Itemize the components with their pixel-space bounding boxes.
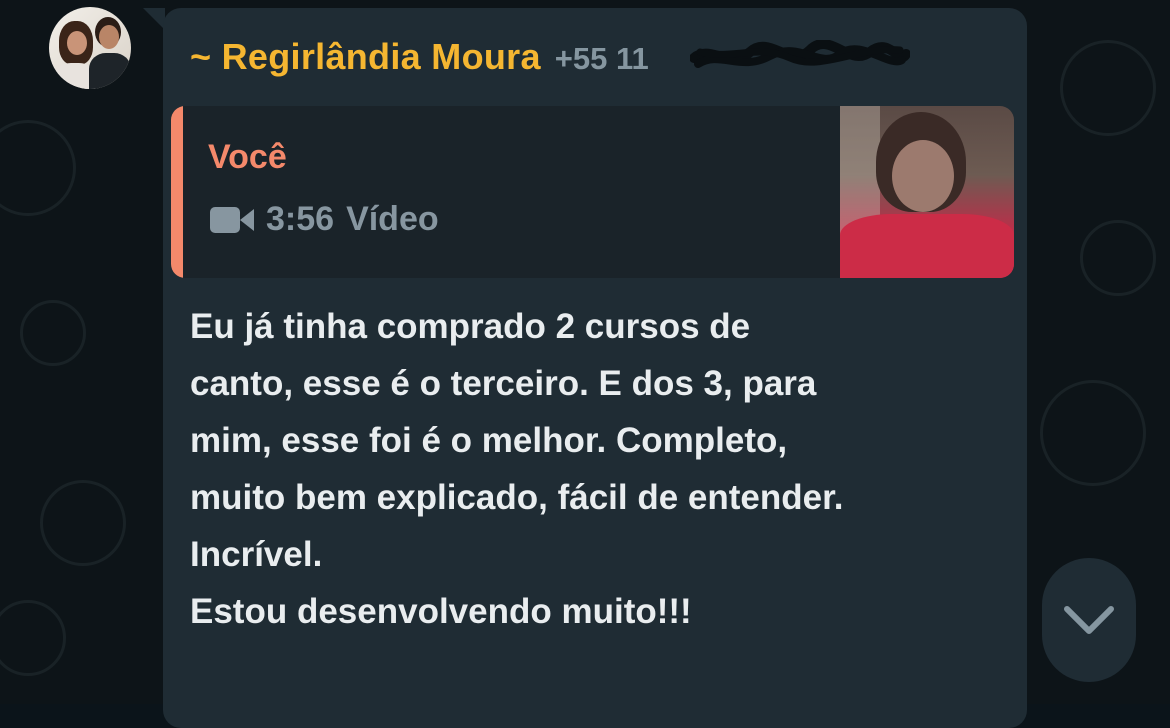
quoted-message[interactable]: Você 3:56 Vídeo: [171, 106, 1014, 278]
wallpaper-doodle: [1040, 380, 1146, 486]
wallpaper-doodle: [0, 120, 76, 216]
wallpaper-doodle: [20, 300, 86, 366]
thumbnail-shirt: [840, 214, 1014, 278]
redaction-scribble: [690, 40, 910, 68]
scroll-to-bottom-button[interactable]: [1042, 558, 1136, 682]
avatar-person-body: [89, 53, 131, 89]
quoted-author: Você: [208, 138, 287, 176]
video-duration: 3:56: [266, 200, 335, 238]
chevron-down-icon: [1064, 606, 1114, 634]
wallpaper-doodle: [1060, 40, 1156, 136]
message-text: Eu já tinha comprado 2 cursos de canto, …: [190, 307, 844, 631]
sender-phone: +55 11: [554, 41, 649, 76]
sender-header: ~ Regirlândia Moura +55 11: [190, 36, 649, 78]
wallpaper-doodle: [1080, 220, 1156, 296]
avatar-person-face: [99, 25, 119, 49]
wallpaper-doodle: [0, 600, 66, 676]
wallpaper-doodle: [40, 480, 126, 566]
thumbnail-face: [892, 140, 954, 212]
video-camera-icon: [210, 206, 254, 233]
bubble-tail: [143, 8, 165, 30]
video-thumbnail[interactable]: [840, 106, 1014, 278]
quote-accent-bar: [171, 106, 183, 278]
media-type-label: Vídeo: [346, 200, 439, 238]
avatar-person-face: [67, 31, 87, 55]
sender-avatar[interactable]: [49, 7, 131, 89]
quoted-media-info: 3:56 Vídeo: [208, 200, 439, 239]
sender-name[interactable]: ~ Regirlândia Moura: [190, 36, 541, 78]
